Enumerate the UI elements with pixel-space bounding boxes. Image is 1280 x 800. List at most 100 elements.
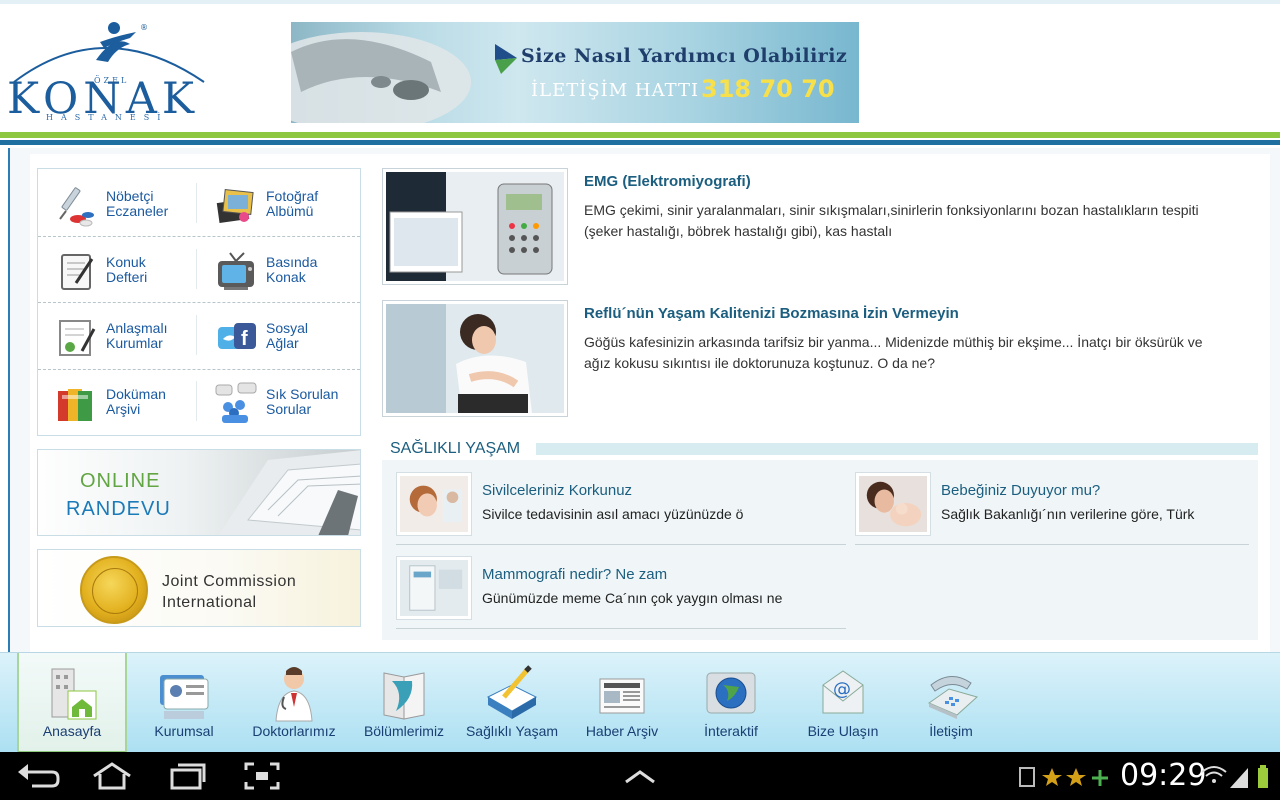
nav-label: Anasayfa xyxy=(42,723,102,739)
nav-label: Doktorlarımız xyxy=(252,723,336,739)
star-icon xyxy=(1066,768,1086,786)
jci-accreditation-banner[interactable]: Joint Commission International xyxy=(37,549,361,627)
arrow-icon xyxy=(495,44,517,74)
news-item[interactable]: EMG (Elektromiyografi) EMG çekimi, sinir… xyxy=(382,168,1258,286)
chevron-up-icon[interactable] xyxy=(616,760,664,792)
tile-nobetci-eczaneler[interactable]: Nöbetçi Eczaneler xyxy=(38,171,198,237)
list-item-thumbnail[interactable] xyxy=(396,472,472,536)
plus-icon xyxy=(1092,770,1108,786)
home-building-icon xyxy=(51,668,97,720)
home-icon[interactable] xyxy=(88,760,136,792)
doctor-icon xyxy=(275,667,313,722)
battery-icon xyxy=(1258,768,1268,788)
app-window: { "header": { "logo": { "ozel": "ÖZEL", … xyxy=(0,0,1280,800)
green-stripe xyxy=(0,132,1280,138)
wifi-icon xyxy=(1201,766,1227,773)
svg-text:@: @ xyxy=(833,679,851,700)
mammography-device-image xyxy=(400,560,468,616)
globe-icon xyxy=(706,672,756,714)
tile-label: Doküman Arşivi xyxy=(106,386,166,417)
tile-sik-sorulan-sorular[interactable]: Sık Sorulan Sorular xyxy=(198,369,358,435)
jci-seal-icon xyxy=(80,556,148,624)
blue-stripe xyxy=(0,140,1280,145)
tile-konuk-defteri[interactable]: Konuk Defteri xyxy=(38,237,198,303)
list-item-title[interactable]: Bebeğiniz Duyuyor mu? xyxy=(941,482,1100,499)
online-appointment-banner[interactable]: ONLINE RANDEVU xyxy=(37,449,361,536)
nav-bize-ulasin[interactable]: @ Bize Ulaşın xyxy=(788,653,898,753)
nav-kurumsal[interactable]: Kurumsal xyxy=(129,653,239,753)
nav-interaktif[interactable]: İnteraktif xyxy=(676,653,786,753)
section-title-bar xyxy=(536,443,1258,455)
divider xyxy=(855,544,1249,545)
recent-apps-icon[interactable] xyxy=(162,760,210,792)
tile-label: Sık Sorulan Sorular xyxy=(266,386,339,417)
header: ® ÖZEL KONAK HASTANESİ Size Nasıl Yardım… xyxy=(0,0,1280,145)
list-item-title[interactable]: Sivilceleriniz Korkunuz xyxy=(482,482,632,499)
telephone-handset-icon xyxy=(291,32,471,123)
contact-banner[interactable]: Size Nasıl Yardımcı Olabiliriz İLETİŞİM … xyxy=(291,22,859,123)
screenshot-icon[interactable] xyxy=(238,760,286,792)
nav-iletisim[interactable]: İletişim xyxy=(896,653,1006,753)
tile-fotograf-albumu[interactable]: Fotoğraf Albümü xyxy=(198,171,358,237)
jci-line2: International xyxy=(162,594,257,611)
list-item-thumbnail[interactable] xyxy=(855,472,931,536)
list-item-thumbnail[interactable] xyxy=(396,556,472,620)
folders-icon xyxy=(58,389,92,421)
list-item[interactable]: Mammografi nedir? Ne zam Günümüzde meme … xyxy=(396,556,846,629)
banner-phone-number[interactable]: 318 70 70 xyxy=(701,75,835,103)
certificate-icon xyxy=(59,320,96,356)
nav-label: Haber Arşiv xyxy=(585,723,659,739)
divider xyxy=(396,544,846,545)
star-icon xyxy=(1042,768,1062,786)
tv-icon xyxy=(218,252,254,290)
tile-sosyal-aglar[interactable]: f Sosyal Ağlar xyxy=(198,303,358,369)
nav-label: İletişim xyxy=(929,723,973,739)
banner-hotline-label: İLETİŞİM HATTI xyxy=(531,80,700,101)
guestbook-icon xyxy=(61,254,94,290)
header-stripes xyxy=(0,132,1280,146)
list-item-description: Sivilce tedavisinin asıl amacı yüzünüzde… xyxy=(482,506,744,522)
news-description: Göğüs kafesinizin arkasında tarifsiz bir… xyxy=(584,334,1203,371)
news-description: EMG çekimi, sinir yaralanmaları, sinir s… xyxy=(584,202,1199,239)
status-icons xyxy=(1201,765,1268,788)
news-item[interactable]: Reflü´nün Yaşam Kalitenizi Bozmasına İzi… xyxy=(382,300,1258,418)
news-title[interactable]: Reflü´nün Yaşam Kalitenizi Bozmasına İzi… xyxy=(584,305,959,322)
tile-label: Fotoğraf Albümü xyxy=(266,188,319,219)
nav-saglikli-yasam[interactable]: Sağlıklı Yaşam xyxy=(457,653,567,753)
list-item-description: Günümüzde meme Ca´nın çok yaygın olması … xyxy=(482,590,783,606)
list-item[interactable]: Sivilceleriniz Korkunuz Sivilce tedavisi… xyxy=(396,472,846,545)
telephone-icon xyxy=(927,676,979,719)
nav-doktorlarimiz[interactable]: Doktorlarımız xyxy=(239,653,349,753)
list-item-description: Sağlık Bakanlığı´nın verilerine göre, Tü… xyxy=(941,506,1195,522)
randevu-label: RANDEVU xyxy=(66,498,171,520)
list-item-title[interactable]: Mammografi nedir? Ne zam xyxy=(482,566,667,583)
svg-text:f: f xyxy=(241,328,248,350)
tile-anlasmali-kurumlar[interactable]: Anlaşmalı Kurumlar xyxy=(38,303,198,369)
news-title[interactable]: EMG (Elektromiyografi) xyxy=(584,173,751,190)
baby-mother-image xyxy=(859,476,927,532)
notification-icons xyxy=(1019,767,1108,787)
saglikli-yasam-heading: SAĞLIKLI YAŞAM xyxy=(382,440,1258,460)
nav-haber-arsiv[interactable]: Haber Arşiv xyxy=(567,653,677,753)
newspaper-icon xyxy=(599,678,645,714)
tile-label: Basında Konak xyxy=(266,254,318,285)
nav-anasayfa[interactable]: Anasayfa xyxy=(17,653,127,753)
online-label: ONLINE xyxy=(80,470,161,492)
saglikli-yasam-list: Sivilceleriniz Korkunuz Sivilce tedavisi… xyxy=(382,460,1258,640)
nav-bolumlerimiz[interactable]: Bölümlerimiz xyxy=(349,653,459,753)
tile-dokuman-arsivi[interactable]: Doküman Arşivi xyxy=(38,369,198,435)
nav-label: İnteraktif xyxy=(704,723,758,739)
list-item[interactable]: Bebeğiniz Duyuyor mu? Sağlık Bakanlığı´n… xyxy=(855,472,1249,545)
header-top-line xyxy=(0,0,1280,4)
tile-basinda-konak[interactable]: Basında Konak xyxy=(198,237,358,303)
jci-line1: Joint Commission xyxy=(162,573,297,590)
tile-label: Nöbetçi Eczaneler xyxy=(106,188,169,219)
news-thumbnail[interactable] xyxy=(382,168,568,285)
system-navigation-bar: 09:29 xyxy=(0,752,1280,800)
konak-logo[interactable]: ® ÖZEL KONAK HASTANESİ xyxy=(4,14,214,126)
acne-woman-image xyxy=(400,476,468,532)
back-icon[interactable] xyxy=(14,760,62,792)
photo-album-icon xyxy=(216,189,254,223)
news-thumbnail[interactable] xyxy=(382,300,568,417)
jci-text: Joint Commission International xyxy=(162,571,296,613)
